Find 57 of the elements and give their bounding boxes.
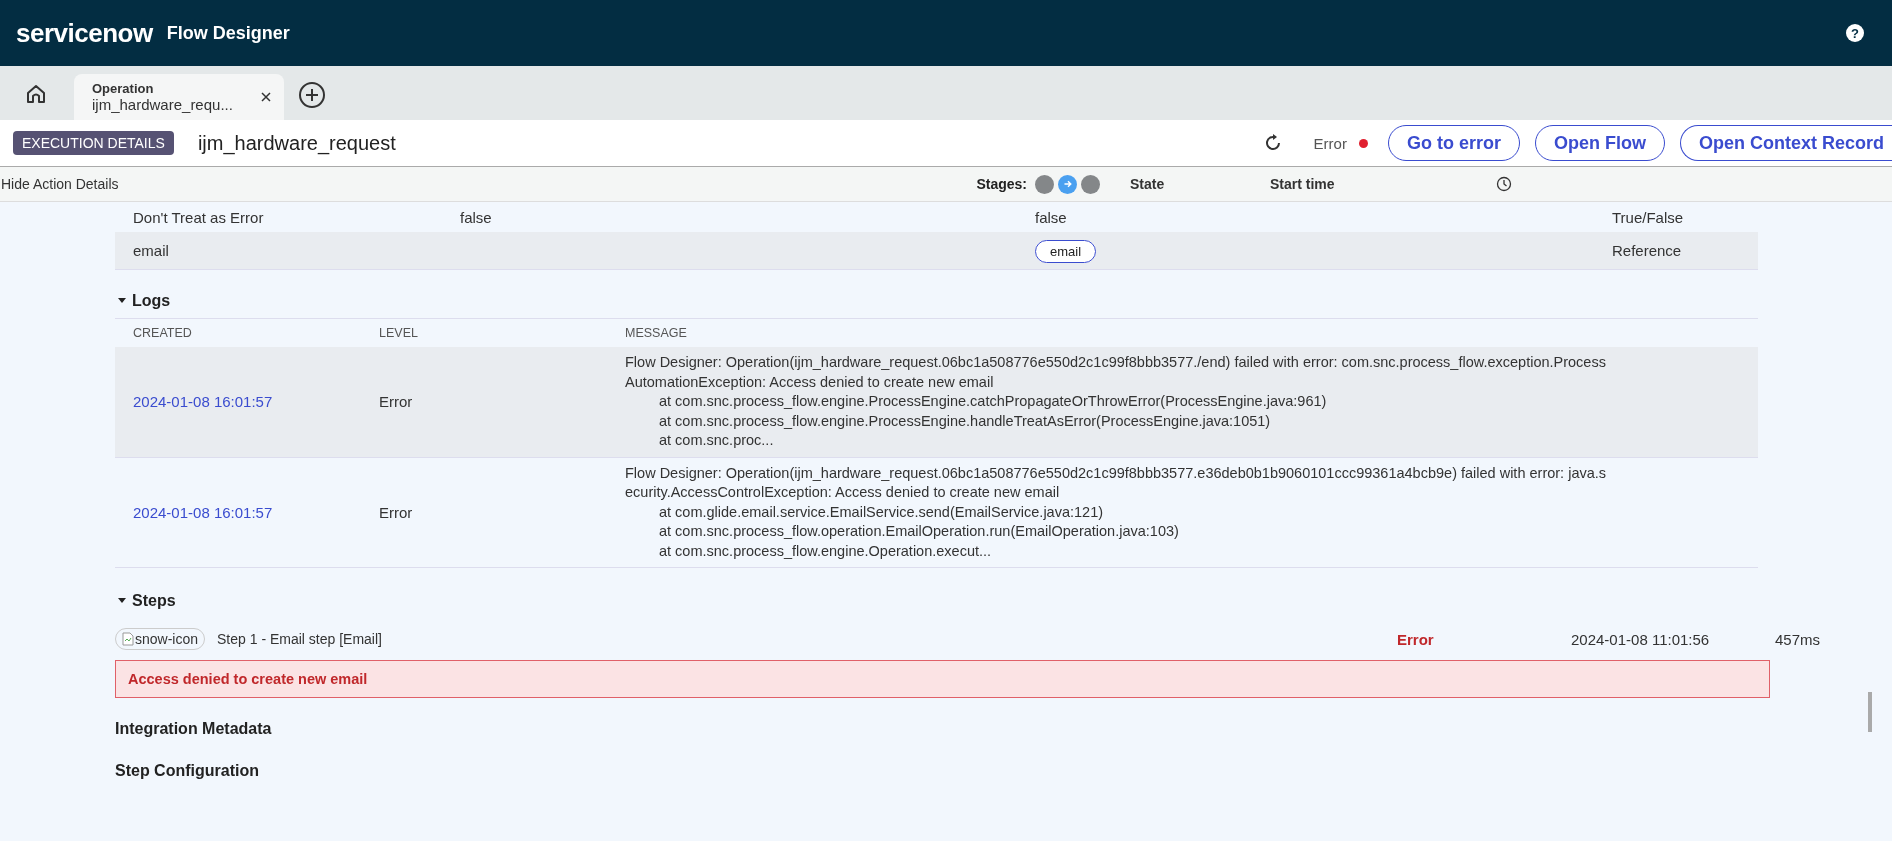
section-heading[interactable]: Step Configuration	[115, 740, 1760, 782]
column-header: LEVEL	[379, 326, 419, 340]
brand-logo[interactable]: servicenow	[16, 17, 153, 49]
input-value: false	[460, 208, 493, 226]
close-icon[interactable]	[260, 91, 272, 103]
input-display: false	[1035, 208, 1067, 226]
stage-icon[interactable]	[1035, 174, 1054, 194]
clock-icon	[1496, 176, 1512, 192]
stage-icon[interactable]	[1081, 174, 1100, 194]
input-name: Don't Treat as Error	[133, 208, 265, 226]
add-tab-icon[interactable]	[298, 81, 326, 109]
stack-trace-line: at com.snc.process_flow.engine.ProcessEngine.handleTreatAsError(ProcessEngine.java:1051)	[658, 411, 1272, 431]
section-heading[interactable]: Integration Metadata	[115, 698, 1760, 740]
input-type: Reference	[1612, 242, 1682, 259]
column-header: MESSAGE	[625, 326, 688, 340]
home-icon[interactable]	[24, 82, 48, 106]
log-level: Error	[379, 503, 414, 521]
section-title: Steps	[132, 592, 176, 610]
section-title: Logs	[132, 292, 171, 310]
input-type: True/False	[1612, 208, 1684, 226]
stack-trace-line: at com.snc.process_flow.engine.Operation.execut...	[658, 541, 993, 561]
help-button[interactable]: ?	[1846, 24, 1864, 42]
log-date-link[interactable]: 2024-01-08 16:01:57	[133, 393, 273, 411]
step-state: Error	[1397, 630, 1435, 648]
stack-trace-line: at com.glide.email.service.EmailService.send(EmailService.java:121)	[658, 502, 1105, 522]
message-line: AutomationException: Access denied to create new email	[625, 372, 995, 392]
stack-trace-line: at com.snc.process_flow.engine.ProcessEngine.catchPropagateOrThrowError(ProcessEngine.java:961)	[658, 392, 1328, 411]
stage-icon[interactable]	[1058, 174, 1077, 194]
stack-trace-line: at com.snc.process_flow.operation.EmailOperation.run(EmailOperation.java:103)	[658, 522, 1180, 541]
stages-label: Stages:	[976, 176, 1027, 192]
step-duration: 457ms	[1775, 630, 1822, 648]
reference-pill[interactable]: email	[1035, 240, 1097, 263]
message-line: ecurity.AccessControlException: Access denied to create new email	[625, 483, 1061, 502]
message-line: Flow Designer: Operation(ijm_hardware_request.06bc1a508776e550d2c1c99f8bbb3577.e36deb0b1b9060101ccc99361a4bcb9e) failed with error: java.s	[625, 463, 1608, 483]
flow-tab[interactable]: Operation ijm_hardware_requ...	[74, 74, 284, 120]
input-name: email	[133, 242, 170, 259]
app-title: Flow Designer	[166, 22, 290, 44]
column-header: State	[1130, 176, 1166, 192]
status-text: Error	[1313, 134, 1347, 152]
error-banner: Access denied to create new email	[115, 660, 1770, 698]
flow-name: ijm_hardware_request	[197, 131, 396, 155]
header-button[interactable]: Open Flow	[1534, 125, 1665, 161]
stack-trace-line: at com.snc.proc...	[658, 431, 775, 450]
section-toggle[interactable]: Logs	[115, 270, 1760, 318]
message-line: Flow Designer: Operation(ijm_hardware_request.06bc1a508776e550d2c1c99f8bbb3577./end) failed with error: com.snc.process_flow.exception.Process	[625, 353, 1607, 372]
header-button[interactable]: Open Context Record	[1679, 125, 1892, 161]
log-date-link[interactable]: 2024-01-08 16:01:57	[133, 503, 273, 521]
log-level: Error	[379, 393, 414, 411]
execution-details-badge: EXECUTION DETAILS	[13, 131, 174, 155]
section-toggle[interactable]: Steps	[115, 568, 1760, 618]
step-label[interactable]: Step 1 - Email step [Email]	[217, 631, 382, 647]
column-header: Start time	[1270, 176, 1336, 192]
header-button[interactable]: Go to error	[1387, 125, 1520, 161]
column-header: CREATED	[133, 326, 193, 340]
step-start-time: 2024-01-08 11:01:56	[1571, 630, 1711, 648]
hide-details-link[interactable]: Hide Action Details	[1, 176, 119, 192]
status-dot-icon	[1358, 138, 1368, 148]
